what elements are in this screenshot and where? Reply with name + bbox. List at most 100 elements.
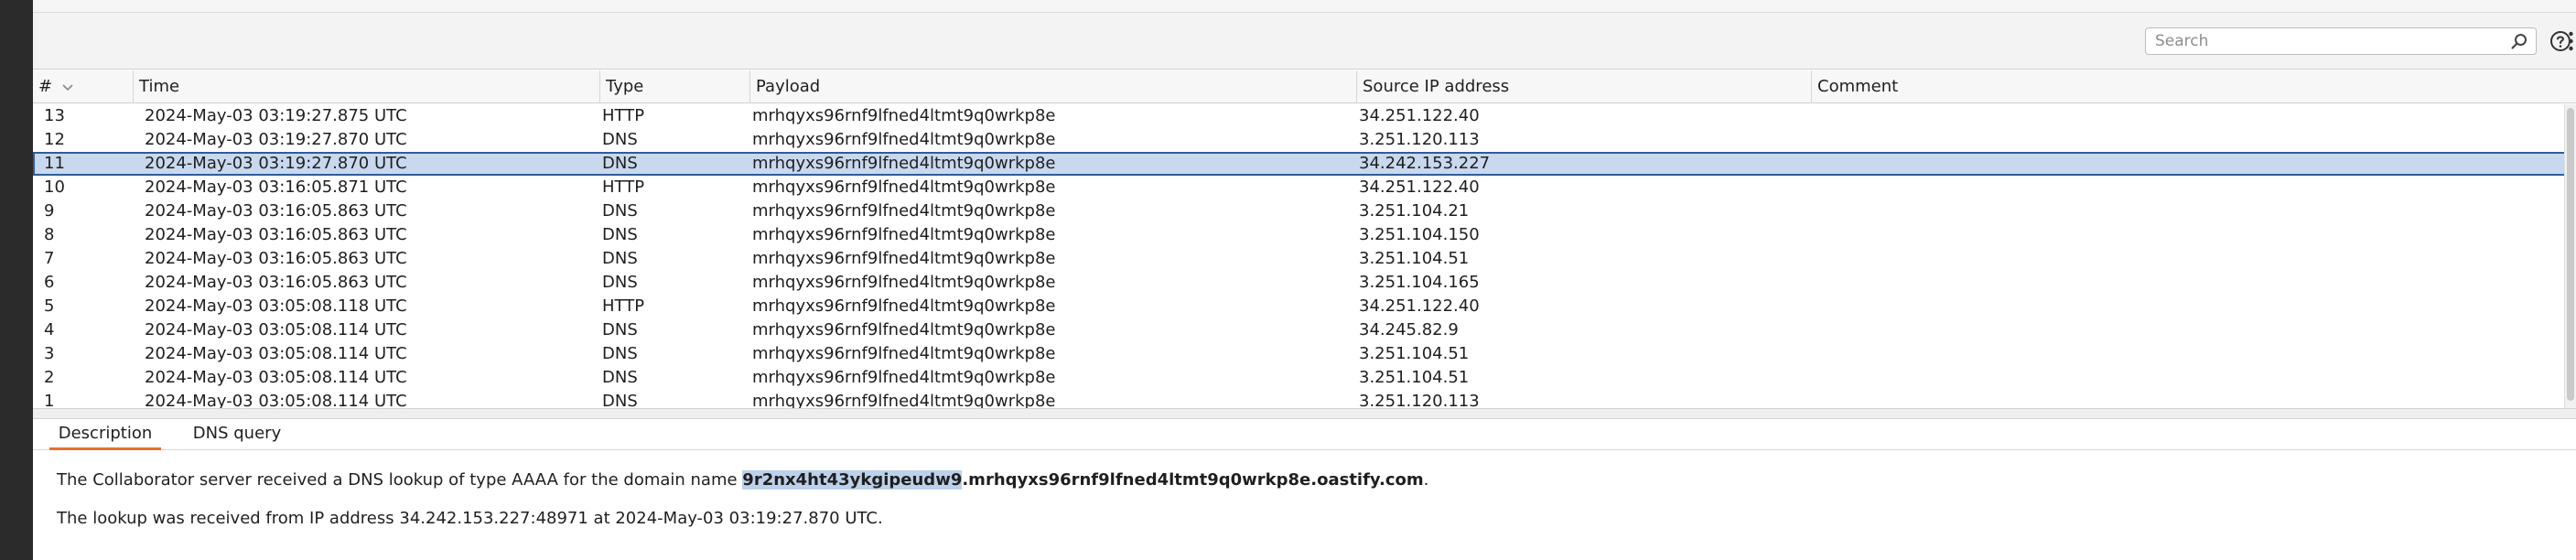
table-row[interactable]: 1 2024-May-03 03:05:08.114 UTC DNS mrhqyxs9… — [33, 390, 2576, 408]
cell-comment — [1814, 130, 2564, 150]
cell-payload: mrhqyxs96rnf9lfned4ltmt9q0wrkp8e — [752, 344, 1056, 363]
cell-type: DNS — [602, 201, 638, 221]
tab-description[interactable]: Description — [49, 419, 161, 450]
cell-source-ip: 3.251.104.51 — [1359, 249, 1470, 268]
table-scrollbar[interactable] — [2564, 104, 2576, 408]
column-header-number[interactable]: # — [33, 70, 134, 103]
column-header-time-label: Time — [139, 77, 180, 96]
column-header-payload-label: Payload — [756, 77, 821, 96]
table-row[interactable]: 10 2024-May-03 03:16:05.871 UTC HTTP mrhqyx… — [33, 176, 2576, 199]
cell-source-ip: 34.251.122.40 — [1359, 106, 1480, 125]
cell-type: DNS — [602, 344, 638, 363]
cell-time: 2024-May-03 03:19:27.870 UTC — [145, 130, 407, 149]
cell-type: HTTP — [602, 178, 645, 197]
cell-source-ip: 3.251.104.150 — [1359, 225, 1480, 244]
column-header-comment[interactable]: Comment — [1812, 70, 2564, 103]
description-line-lookup: The Collaborator server received a DNS l… — [57, 467, 2564, 494]
column-header-payload[interactable]: Payload — [750, 70, 1357, 103]
cell-source-ip: 3.251.104.21 — [1359, 201, 1470, 221]
toolbar — [33, 13, 2576, 70]
cell-payload: mrhqyxs96rnf9lfned4ltmt9q0wrkp8e — [752, 178, 1056, 197]
description-prefix: The Collaborator server received a DNS l… — [57, 470, 743, 490]
cell-number: 1 — [44, 392, 55, 408]
cell-comment — [1814, 296, 2564, 317]
column-header-source-ip[interactable]: Source IP address — [1357, 70, 1812, 103]
cell-source-ip: 3.251.120.113 — [1359, 392, 1480, 408]
table-row[interactable]: 5 2024-May-03 03:05:08.118 UTC HTTP mrhqyxs… — [33, 295, 2576, 318]
cell-type: DNS — [602, 368, 638, 387]
table-body: 13 2024-May-03 03:19:27.875 UTC HTTP mrhqyx… — [33, 104, 2576, 408]
cell-source-ip: 34.245.82.9 — [1359, 320, 1459, 339]
cell-comment — [1814, 249, 2564, 269]
cell-time: 2024-May-03 03:19:27.870 UTC — [145, 154, 407, 173]
column-header-number-label: # — [38, 77, 53, 96]
cell-comment — [1814, 225, 2564, 245]
cell-payload: mrhqyxs96rnf9lfned4ltmt9q0wrkp8e — [752, 368, 1056, 387]
cell-number: 2 — [44, 368, 55, 387]
cell-number: 12 — [44, 130, 65, 149]
cell-type: HTTP — [602, 106, 645, 125]
cell-number: 3 — [44, 344, 55, 363]
collaborator-panel: # Time Type Payload Source IP address Co… — [33, 0, 2576, 560]
cell-source-ip: 3.251.104.51 — [1359, 344, 1470, 363]
cell-number: 8 — [44, 225, 55, 244]
collaborator-domain: .mrhqyxs96rnf9lfned4ltmt9q0wrkp8e.oastif… — [962, 470, 1424, 490]
cell-source-ip: 34.251.122.40 — [1359, 178, 1480, 197]
search-icon[interactable] — [2510, 32, 2528, 50]
cell-comment — [1814, 273, 2564, 293]
cell-type: DNS — [602, 249, 638, 268]
table-row[interactable]: 3 2024-May-03 03:05:08.114 UTC DNS mrhqyxs9… — [33, 342, 2576, 366]
detail-tabs: Description DNS query — [33, 419, 2576, 450]
description-panel: The Collaborator server received a DNS l… — [57, 467, 2564, 533]
cell-payload: mrhqyxs96rnf9lfned4ltmt9q0wrkp8e — [752, 320, 1056, 339]
cell-payload: mrhqyxs96rnf9lfned4ltmt9q0wrkp8e — [752, 154, 1056, 173]
column-header-source-ip-label: Source IP address — [1363, 77, 1510, 96]
description-suffix: . — [1423, 470, 1429, 490]
cell-time: 2024-May-03 03:16:05.863 UTC — [145, 273, 407, 292]
table-row[interactable]: 6 2024-May-03 03:16:05.863 UTC DNS mrhqyxs9… — [33, 271, 2576, 295]
column-header-comment-label: Comment — [1817, 77, 1899, 96]
table-header: # Time Type Payload Source IP address Co… — [33, 70, 2576, 103]
table-row[interactable]: 8 2024-May-03 03:16:05.863 UTC DNS mrhqyxs9… — [33, 223, 2576, 247]
search-box[interactable] — [2145, 27, 2537, 55]
interactions-table: # Time Type Payload Source IP address Co… — [33, 70, 2576, 408]
top-bar — [33, 0, 2576, 13]
cell-comment — [1814, 154, 2564, 174]
table-row[interactable]: 12 2024-May-03 03:19:27.870 UTC DNS mrhqyxs… — [33, 128, 2576, 152]
cell-time: 2024-May-03 03:05:08.114 UTC — [145, 368, 407, 387]
cell-time: 2024-May-03 03:05:08.114 UTC — [145, 320, 407, 339]
cell-number: 7 — [44, 249, 55, 268]
cell-comment — [1814, 106, 2564, 126]
cell-type: HTTP — [602, 296, 645, 316]
table-row[interactable]: 4 2024-May-03 03:05:08.114 UTC DNS mrhqyxs9… — [33, 318, 2576, 342]
cell-type: DNS — [602, 273, 638, 292]
cell-type: DNS — [602, 392, 638, 408]
cell-number: 10 — [44, 178, 65, 197]
description-line-source: The lookup was received from IP address … — [57, 509, 883, 528]
column-header-type[interactable]: Type — [600, 70, 750, 103]
cell-number: 9 — [44, 201, 55, 221]
column-header-time[interactable]: Time — [134, 70, 600, 103]
search-input[interactable] — [2155, 31, 2484, 51]
cell-payload: mrhqyxs96rnf9lfned4ltmt9q0wrkp8e — [752, 201, 1056, 221]
table-scrollbar-thumb[interactable] — [2567, 108, 2574, 401]
table-row[interactable]: 9 2024-May-03 03:16:05.863 UTC DNS mrhqyxs9… — [33, 199, 2576, 223]
column-header-type-label: Type — [606, 77, 644, 96]
more-options-icon[interactable] — [2566, 29, 2576, 53]
cell-source-ip: 34.251.122.40 — [1359, 296, 1480, 316]
table-row[interactable]: 11 2024-May-03 03:19:27.870 UTC DNS mrhqyxs… — [33, 152, 2576, 176]
table-row[interactable]: 2 2024-May-03 03:05:08.114 UTC DNS mrhqyxs9… — [33, 366, 2576, 390]
table-row[interactable]: 7 2024-May-03 03:16:05.863 UTC DNS mrhqyxs9… — [33, 247, 2576, 271]
cell-type: DNS — [602, 154, 638, 173]
cell-source-ip: 34.242.153.227 — [1359, 154, 1491, 173]
highlighted-subdomain: 9r2nx4ht43ykgipeudw9 — [742, 470, 963, 490]
cell-number: 5 — [44, 296, 55, 316]
cell-source-ip: 3.251.120.113 — [1359, 130, 1480, 149]
cell-number: 4 — [44, 320, 55, 339]
table-row[interactable]: 13 2024-May-03 03:19:27.875 UTC HTTP mrhqyx… — [33, 104, 2576, 128]
cell-payload: mrhqyxs96rnf9lfned4ltmt9q0wrkp8e — [752, 249, 1056, 268]
tab-dns-query[interactable]: DNS query — [178, 419, 296, 450]
cell-number: 13 — [44, 106, 65, 125]
cell-source-ip: 3.251.104.51 — [1359, 368, 1470, 387]
pane-splitter[interactable] — [33, 408, 2576, 419]
